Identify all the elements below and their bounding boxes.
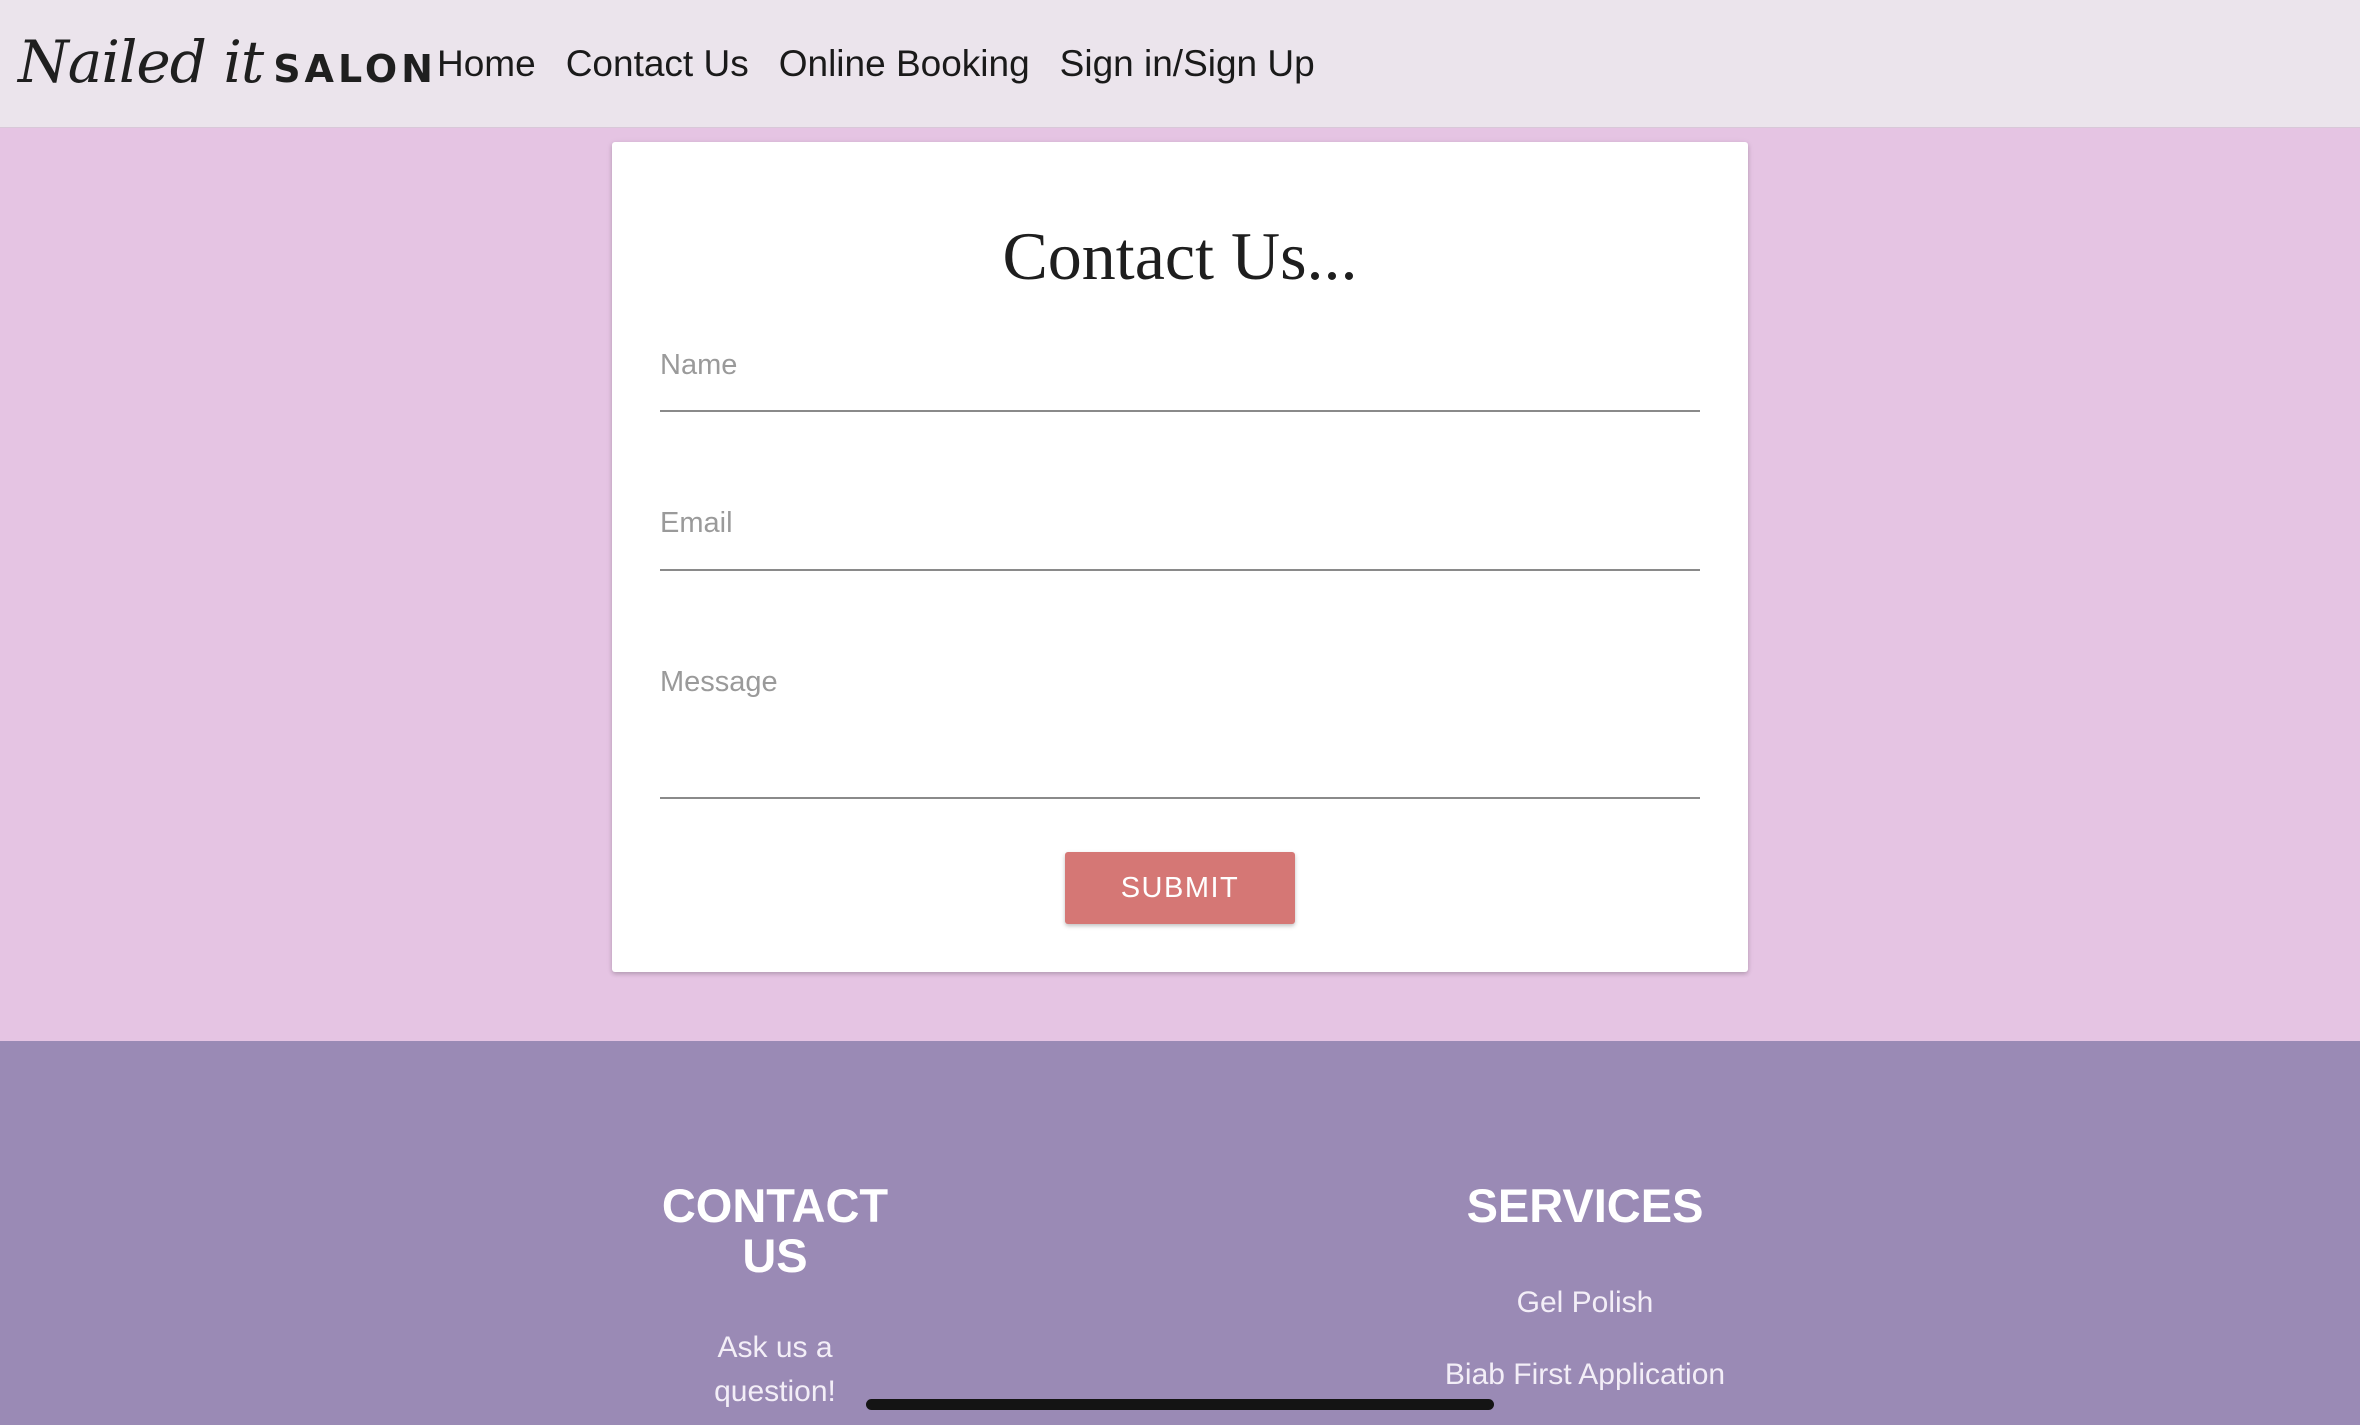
nav-link-sign-in-sign-up[interactable]: Sign in/Sign Up [1060, 43, 1315, 85]
site-footer: CONTACT US Ask us a question! SERVICES G… [0, 1041, 2360, 1425]
home-indicator-bar[interactable] [866, 1399, 1494, 1410]
footer-services-heading: SERVICES [1466, 1179, 1704, 1232]
brand-logo-word: SALON [273, 47, 437, 91]
nav-link-online-booking[interactable]: Online Booking [779, 43, 1030, 85]
top-navbar: Nailed it SALON Home Contact Us Online B… [0, 0, 2360, 128]
nav-link-home[interactable]: Home [437, 43, 536, 85]
message-field-placeholder: Message [660, 666, 778, 698]
footer-services-section: SERVICES Gel Polish Biab First Applicati… [1440, 1181, 1730, 1425]
footer-services-list: Gel Polish Biab First Application [1440, 1281, 1730, 1397]
submit-button[interactable]: SUBMIT [1065, 852, 1295, 924]
main-nav: Home Contact Us Online Booking Sign in/S… [437, 0, 1345, 127]
brand-logo[interactable]: Nailed it SALON [18, 22, 437, 102]
footer-service-biab-first-application[interactable]: Biab First Application [1440, 1353, 1730, 1397]
brand-logo-script: Nailed it [18, 28, 264, 96]
footer-contact-heading: CONTACT US [661, 1179, 889, 1282]
message-field[interactable]: Message [660, 515, 1700, 799]
nav-link-contact-us[interactable]: Contact Us [566, 43, 749, 85]
footer-service-gel-polish[interactable]: Gel Polish [1440, 1281, 1730, 1325]
contact-form-card: Contact Us... Name Email Message SUBMIT [612, 142, 1748, 972]
footer-contact-section: CONTACT US Ask us a question! [640, 1181, 910, 1414]
